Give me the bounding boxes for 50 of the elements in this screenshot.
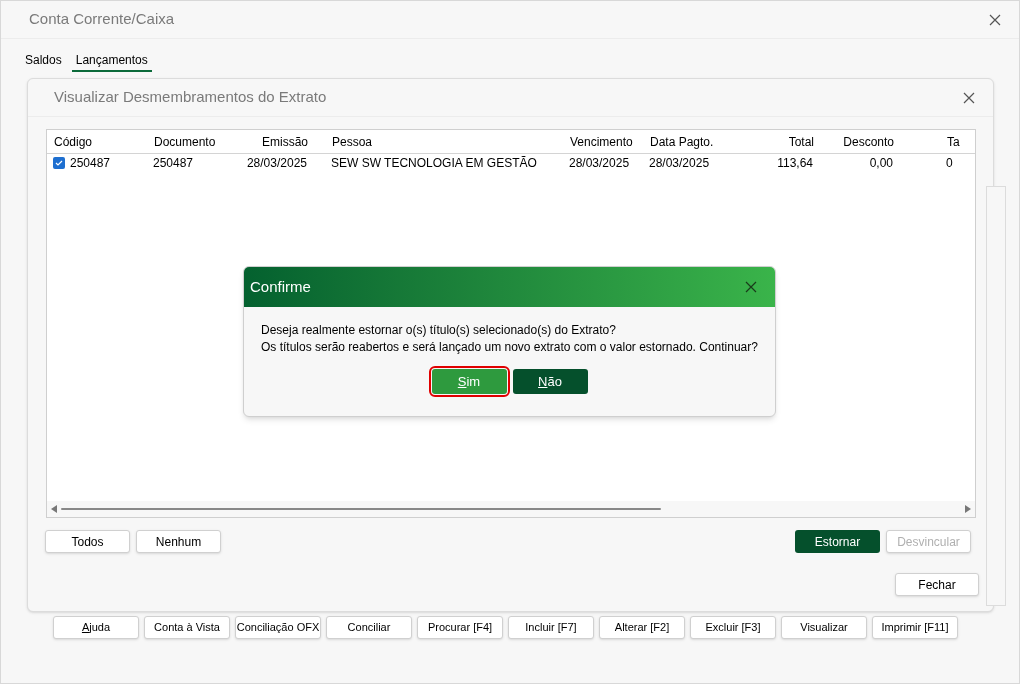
dialog-message: Os títulos serão reabertos e será lançado um novo extrato com o valor estornado. Continuar? [261,339,759,356]
table-cell-text: 250487 [153,155,194,172]
toolbar-button[interactable]: Procurar [F4] [417,616,503,639]
tab[interactable]: Saldos [21,51,66,72]
toolbar-button[interactable]: Conciliar [326,616,412,639]
toolbar-button[interactable]: Incluir [F7] [508,616,594,639]
close-icon[interactable] [963,91,975,104]
window-title: Conta Corrente/Caixa [29,9,175,30]
scrollbar-thumb[interactable] [61,508,661,510]
column-header[interactable]: Pessoa [316,132,570,151]
table-cell-text: 0 [946,155,953,172]
table-cell-text: 113,64 [777,155,813,172]
toolbar-button[interactable]: Imprimir [F11] [872,616,958,639]
scroll-right-icon[interactable] [965,505,971,513]
toolbar-button[interactable]: Conta à Vista [144,616,230,639]
table-cell-text: 0,00 [869,155,893,172]
column-header[interactable]: Total [730,132,814,151]
tab[interactable]: Lançamentos [71,51,152,72]
button[interactable]: Todos [45,530,130,553]
dialog-message: Deseja realmente estornar o(s) título(s) selecionado(s) do Extrato? [261,322,617,339]
table-cell-text: SEW SW TECNOLOGIA EM GESTÃO [331,155,537,172]
toolbar-button[interactable]: Alterar [F2] [599,616,685,639]
table-cell-text: 250487 [70,155,111,172]
close-button[interactable]: Fechar [895,573,979,596]
table-cell-text: 28/03/2025 [569,155,630,172]
column-header[interactable]: Vencimento [570,132,650,151]
close-icon[interactable] [989,13,1001,26]
dialog-button[interactable]: Não [512,369,588,394]
table-cell-text: 28/03/2025 [649,155,710,172]
column-header[interactable]: Documento [154,132,254,151]
primary-button[interactable]: Estornar [795,530,880,553]
button[interactable]: Nenhum [136,530,221,553]
toolbar-button[interactable]: Excluir [F3] [690,616,776,639]
table-cell-text: 28/03/2025 [246,155,307,172]
check-icon [55,159,63,167]
checkbox[interactable] [53,157,65,169]
toolbar-button[interactable]: Ajuda [53,616,139,639]
toolbar-button[interactable]: Conciliação OFX [235,616,321,639]
panel-title: Visualizar Desmembramentos do Extrato [54,87,327,108]
column-header[interactable]: Ta [894,132,974,151]
horizontal-scrollbar[interactable] [47,501,975,517]
column-header[interactable]: Código [54,132,154,151]
dialog-title: Confirme [250,276,311,297]
column-header[interactable]: Desconto [814,132,894,151]
column-header[interactable]: Data Pagto. [650,132,730,151]
dialog-button[interactable]: Sim [431,369,507,394]
scroll-left-icon[interactable] [51,505,57,513]
close-icon[interactable] [745,281,757,293]
column-header[interactable]: Emissão [254,132,316,151]
toolbar-button[interactable]: Visualizar [781,616,867,639]
